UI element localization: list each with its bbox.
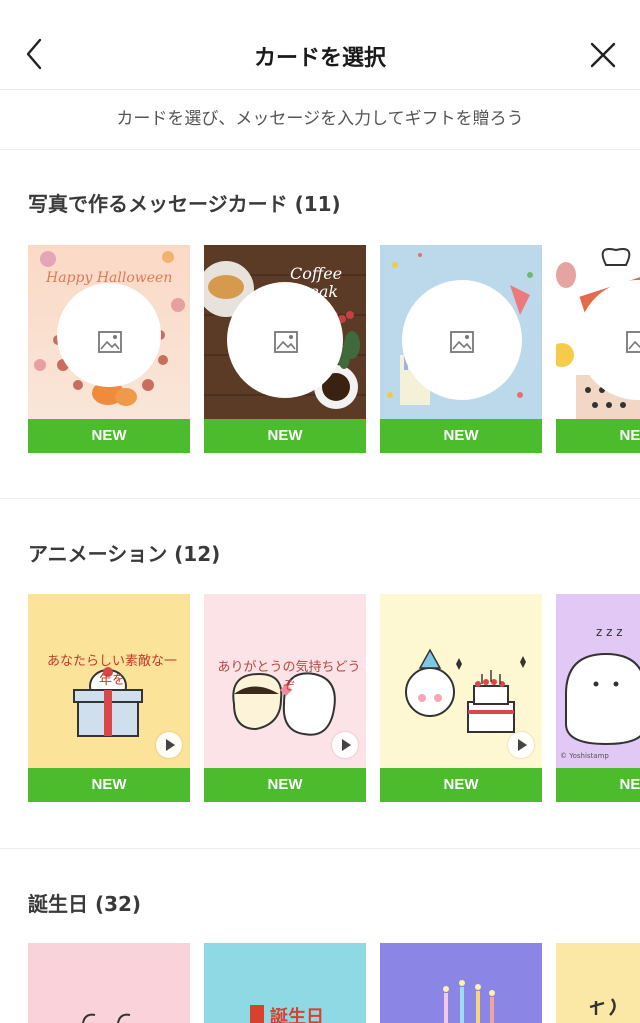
- card-animation-bear[interactable]: z z z © Yoshistamp NEW: [556, 594, 640, 802]
- card-art-text: Happy Halloween: [46, 270, 173, 286]
- card-animation-gift[interactable]: あなたらしい素敵な一年を NEW: [28, 594, 190, 802]
- card-art: [380, 594, 542, 768]
- image-placeholder-icon: [98, 331, 122, 353]
- card-art-text: ありがとうの気持ちどうぞ: [217, 660, 361, 694]
- new-badge: NEW: [204, 419, 366, 453]
- page-title: カードを選択: [253, 46, 386, 71]
- card-animation-thanks[interactable]: ありがとうの気持ちどうぞ NEW: [204, 594, 366, 802]
- card-art: Coffee Break: [204, 245, 366, 419]
- card-art: [556, 943, 640, 1023]
- decoration: [250, 1005, 264, 1023]
- new-badge: NEW: [556, 768, 640, 802]
- section-title-birthday: 誕生日 (32): [28, 892, 142, 916]
- new-badge: NEW: [556, 419, 640, 453]
- card-birthday-pink[interactable]: [28, 943, 190, 1023]
- card-art-text: あなたらしい素敵な一年を: [46, 654, 177, 688]
- card-halloween[interactable]: Happy Halloween NEW: [28, 245, 190, 453]
- section-title-animation: アニメーション (12): [28, 542, 221, 566]
- card-birthday-teal[interactable]: 誕生日: [204, 943, 366, 1023]
- card-art-text: © Yoshistamp: [560, 752, 609, 760]
- new-badge: NEW: [28, 419, 190, 453]
- card-blue-confetti[interactable]: NEW: [380, 245, 542, 453]
- play-icon[interactable]: [332, 732, 358, 758]
- new-badge: NEW: [204, 768, 366, 802]
- card-art: 誕生日: [204, 943, 366, 1023]
- section-divider: [0, 498, 640, 499]
- card-art: ありがとうの気持ちどうぞ: [204, 594, 366, 768]
- play-icon[interactable]: [156, 732, 182, 758]
- card-birthday-yellow[interactable]: [556, 943, 640, 1023]
- card-art: [556, 245, 640, 419]
- card-animation-cake[interactable]: NEW: [380, 594, 542, 802]
- image-placeholder-icon: [626, 331, 640, 353]
- image-placeholder-icon: [274, 331, 298, 353]
- card-art: z z z © Yoshistamp: [556, 594, 640, 768]
- new-badge: NEW: [28, 768, 190, 802]
- card-birthday-purple[interactable]: [380, 943, 542, 1023]
- svg-text:z z z: z z z: [596, 625, 623, 639]
- section-divider: [0, 848, 640, 849]
- header-bar: カードを選択: [0, 0, 640, 90]
- card-art-text: Coffee Break: [290, 264, 343, 301]
- card-art: あなたらしい素敵な一年を: [28, 594, 190, 768]
- new-badge: NEW: [380, 768, 542, 802]
- card-art-text: 誕生日: [270, 1007, 324, 1023]
- card-art: [380, 943, 542, 1023]
- card-coffee-break[interactable]: Coffee Break NEW: [204, 245, 366, 453]
- card-art: [28, 943, 190, 1023]
- play-icon[interactable]: [508, 732, 534, 758]
- instruction-text: カードを選び、メッセージを入力してギフトを贈ろう: [0, 90, 640, 150]
- section-title-photo-cards: 写真で作るメッセージカード (11): [28, 192, 341, 216]
- close-icon[interactable]: [586, 38, 620, 72]
- image-placeholder-icon: [450, 331, 474, 353]
- card-art: [380, 245, 542, 419]
- new-badge: NEW: [380, 419, 542, 453]
- card-gift-box[interactable]: NEW: [556, 245, 640, 453]
- card-art: Happy Halloween: [28, 245, 190, 419]
